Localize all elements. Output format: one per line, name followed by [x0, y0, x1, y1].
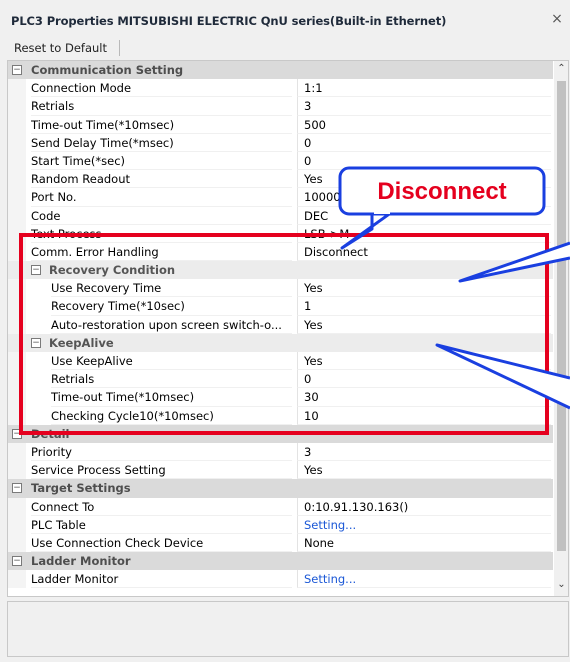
- category-detail[interactable]: − Detail: [8, 424, 553, 443]
- property-name: Use Connection Check Device: [31, 534, 292, 553]
- description-panel: [7, 601, 569, 657]
- category-label: Detail: [31, 426, 70, 441]
- property-value[interactable]: 3: [297, 442, 551, 462]
- property-name: Comm. Error Handling: [31, 243, 292, 262]
- property-value[interactable]: LSB->M: [297, 224, 551, 243]
- property-name: Port No.: [31, 188, 292, 207]
- property-value[interactable]: Yes: [297, 461, 551, 480]
- property-row-connect-to[interactable]: Connect To 0:10.91.130.163(): [8, 497, 553, 516]
- property-name: Recovery Time(*10sec): [51, 297, 292, 316]
- property-row-ladder-monitor[interactable]: Ladder Monitor Setting...: [8, 570, 553, 589]
- property-row-timeout[interactable]: Time-out Time(*10msec) 500: [8, 115, 553, 134]
- property-grid[interactable]: − Communication Setting Connection Mode 1…: [7, 60, 569, 597]
- reset-to-default-button[interactable]: Reset to Default: [14, 41, 107, 55]
- property-name: Retrials: [51, 370, 292, 389]
- property-row-connection-check-device[interactable]: Use Connection Check Device None: [8, 533, 553, 553]
- property-value[interactable]: 0: [297, 151, 551, 171]
- property-row-keepalive-retrials[interactable]: Retrials 0: [8, 370, 553, 389]
- property-row-auto-restoration[interactable]: Auto-restoration upon screen switch-o...…: [8, 315, 553, 334]
- property-name: Priority: [31, 443, 292, 462]
- property-name: PLC Table: [31, 516, 292, 534]
- category-label: Recovery Condition: [49, 263, 176, 278]
- toolbar-divider: [119, 40, 120, 56]
- chevron-up-icon[interactable]: ⌃: [554, 63, 568, 77]
- close-icon[interactable]: ×: [548, 10, 566, 28]
- property-value[interactable]: 0: [297, 370, 551, 389]
- chevron-down-icon[interactable]: ⌄: [554, 579, 568, 593]
- property-name: Time-out Time(*10msec): [51, 388, 292, 407]
- property-name: Text Process: [31, 225, 292, 243]
- collapse-icon[interactable]: −: [12, 65, 22, 75]
- category-ladder-monitor[interactable]: − Ladder Monitor: [8, 552, 553, 571]
- vertical-scrollbar[interactable]: ⌃ ⌄: [554, 61, 568, 596]
- property-row-use-recovery-time[interactable]: Use Recovery Time Yes: [8, 279, 553, 298]
- property-value[interactable]: 0: [297, 133, 551, 152]
- property-row-service-process[interactable]: Service Process Setting Yes: [8, 461, 553, 480]
- title-bar: PLC3 Properties MITSUBISHI ELECTRIC QnU …: [0, 0, 570, 36]
- property-name: Connection Mode: [31, 79, 292, 98]
- property-value[interactable]: Disconnect: [297, 242, 551, 262]
- property-name: Send Delay Time(*msec): [31, 134, 292, 152]
- property-value[interactable]: None: [297, 533, 551, 553]
- property-name: Code: [31, 207, 292, 225]
- category-label: Target Settings: [31, 481, 131, 496]
- property-value[interactable]: 10: [297, 406, 551, 425]
- property-row-recovery-time[interactable]: Recovery Time(*10sec) 1: [8, 297, 553, 316]
- collapse-icon[interactable]: −: [12, 483, 22, 494]
- callout-label: Disconnect: [377, 178, 507, 205]
- property-row-keepalive-timeout[interactable]: Time-out Time(*10msec) 30: [8, 388, 553, 407]
- property-row-use-keepalive[interactable]: Use KeepAlive Yes: [8, 352, 553, 371]
- property-value[interactable]: 30: [297, 388, 551, 407]
- property-name: Service Process Setting: [31, 461, 292, 480]
- category-label: KeepAlive: [49, 335, 114, 350]
- window-title: PLC3 Properties MITSUBISHI ELECTRIC QnU …: [11, 14, 447, 28]
- property-value[interactable]: Yes: [297, 315, 551, 334]
- property-name: Auto-restoration upon screen switch-o...: [51, 316, 292, 334]
- collapse-icon[interactable]: −: [31, 265, 41, 276]
- category-label: Communication Setting: [31, 63, 184, 77]
- toolbar: Reset to Default: [0, 36, 570, 60]
- property-name: Random Readout: [31, 170, 292, 189]
- property-value[interactable]: 0:10.91.130.163(): [297, 497, 551, 516]
- setting-link[interactable]: Setting...: [297, 515, 551, 534]
- property-name: Connect To: [31, 498, 292, 516]
- scrollbar-thumb[interactable]: [557, 81, 566, 551]
- category-recovery-condition[interactable]: − Recovery Condition: [8, 261, 553, 280]
- collapse-icon[interactable]: −: [12, 428, 22, 439]
- setting-link[interactable]: Setting...: [297, 570, 551, 589]
- property-row-checking-cycle[interactable]: Checking Cycle10(*10msec) 10: [8, 406, 553, 425]
- property-name: Use Recovery Time: [51, 279, 292, 298]
- property-value[interactable]: 1:1: [297, 79, 551, 98]
- property-row-connection-mode[interactable]: Connection Mode 1:1: [8, 79, 553, 98]
- property-rows: − Communication Setting Connection Mode 1…: [8, 61, 553, 589]
- category-label: Ladder Monitor: [31, 554, 131, 569]
- collapse-icon[interactable]: −: [12, 556, 22, 567]
- property-row-text-process[interactable]: Text Process LSB->M: [8, 224, 553, 243]
- property-name: Checking Cycle10(*10msec): [51, 407, 292, 425]
- property-value[interactable]: Yes: [297, 279, 551, 298]
- property-row-priority[interactable]: Priority 3: [8, 442, 553, 462]
- property-row-plc-table[interactable]: PLC Table Setting...: [8, 515, 553, 534]
- category-keepalive[interactable]: − KeepAlive: [8, 333, 553, 352]
- property-value[interactable]: 3: [297, 97, 551, 116]
- property-row-comm-error-handling[interactable]: Comm. Error Handling Disconnect: [8, 242, 553, 262]
- property-name: Time-out Time(*10msec): [31, 116, 292, 134]
- property-value[interactable]: 1: [297, 297, 551, 316]
- property-name: Ladder Monitor: [31, 570, 292, 589]
- property-value[interactable]: 500: [297, 115, 551, 134]
- property-row-start-time[interactable]: Start Time(*sec) 0: [8, 151, 553, 171]
- collapse-icon[interactable]: −: [31, 337, 41, 348]
- category-target-settings[interactable]: − Target Settings: [8, 479, 553, 498]
- property-value[interactable]: Yes: [297, 352, 551, 371]
- category-communication-setting[interactable]: − Communication Setting: [8, 61, 553, 80]
- property-row-retrials[interactable]: Retrials 3: [8, 97, 553, 116]
- property-name: Retrials: [31, 97, 292, 116]
- property-name: Start Time(*sec): [31, 152, 292, 171]
- property-row-send-delay[interactable]: Send Delay Time(*msec) 0: [8, 133, 553, 152]
- property-name: Use KeepAlive: [51, 352, 292, 371]
